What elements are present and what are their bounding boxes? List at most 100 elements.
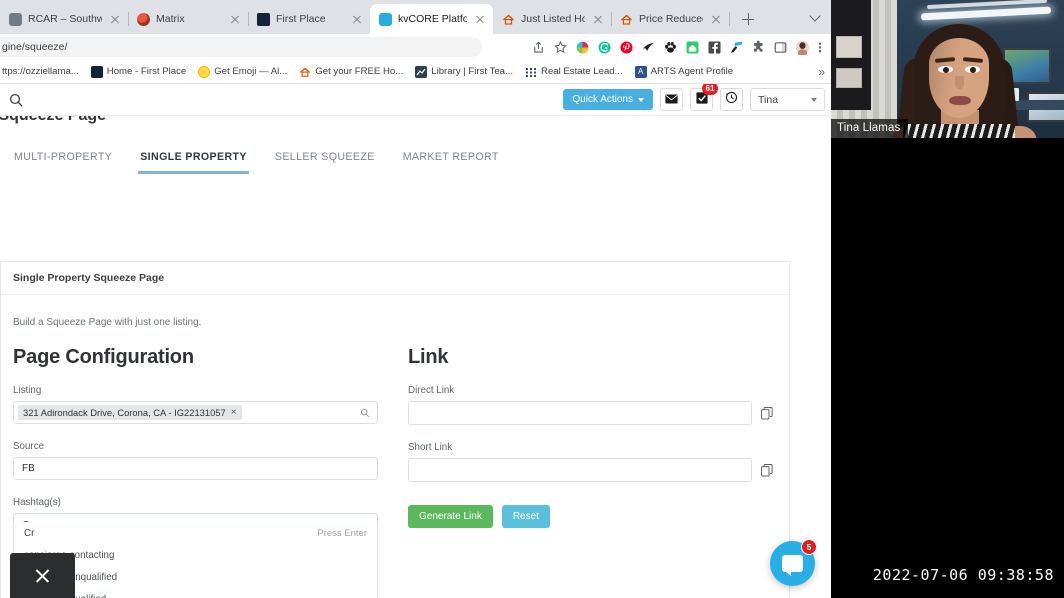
tab-label: RCAR – Southwest — [28, 13, 102, 25]
kvcore-app: Quick Actions 61 Tina MULTI-PROPERTY SIN… — [0, 84, 831, 598]
tab-label: Price Reduced Hom — [639, 13, 703, 25]
tab-close-icon[interactable] — [228, 12, 242, 26]
paint-roller-extension-icon[interactable] — [729, 40, 744, 55]
browser-tab-3-active[interactable]: kvCORE Platform — [370, 4, 493, 34]
address-bar[interactable]: gine/squeeze/ — [0, 37, 482, 57]
chart-icon — [415, 65, 428, 78]
address-bar-url: gine/squeeze/ — [2, 41, 68, 53]
copy-icon[interactable] — [761, 463, 773, 477]
color-palette-extension-icon[interactable] — [575, 40, 590, 55]
search-icon[interactable] — [360, 408, 370, 418]
direct-link-input[interactable] — [408, 401, 752, 425]
tab-label: Just Listed Homes — [521, 13, 585, 25]
tab-close-icon[interactable] — [350, 12, 364, 26]
reset-button[interactable]: Reset — [501, 505, 550, 528]
listing-input[interactable]: 321 Adirondack Drive, Corona, CA - IG221… — [13, 401, 378, 424]
tab-label: kvCORE Platform — [398, 13, 467, 25]
form-columns: Page Configuration Listing 321 Adirondac… — [13, 346, 777, 598]
share-icon[interactable] — [531, 40, 546, 55]
short-link-input[interactable] — [408, 458, 752, 482]
intercom-chat-button[interactable]: 5 — [770, 539, 817, 586]
grammarly-extension-icon[interactable] — [597, 40, 612, 55]
tab-seller-squeeze[interactable]: SELLER SQUEEZE — [261, 151, 389, 174]
link-actions: Generate Link Reset — [408, 505, 773, 528]
overlay-close-button[interactable] — [10, 553, 75, 598]
quick-actions-label: Quick Actions — [572, 94, 633, 105]
tab-close-icon[interactable] — [473, 12, 487, 26]
squeeze-page-card: Single Property Squeeze Page Build a Squ… — [0, 261, 790, 598]
house-icon — [502, 13, 515, 26]
bookmarks-overflow-chevron[interactable]: » — [818, 65, 825, 79]
close-icon[interactable]: × — [231, 407, 237, 418]
tab-label: SINGLE PROPERTY — [140, 151, 247, 163]
chevron-down-icon — [811, 97, 817, 102]
sidepanel-icon[interactable] — [773, 40, 788, 55]
tasks-button[interactable]: 61 — [690, 84, 718, 111]
omnibox-actions — [531, 34, 827, 60]
source-value: FB — [22, 463, 35, 474]
facebook-extension-icon[interactable] — [707, 40, 722, 55]
history-button[interactable] — [720, 88, 743, 111]
bookmark-2[interactable]: Get Emoji — Al... — [198, 65, 287, 78]
paw-extension-icon[interactable] — [663, 40, 678, 55]
quick-actions-button[interactable]: Quick Actions — [563, 89, 653, 110]
tab-close-icon[interactable] — [709, 12, 723, 26]
tab-single-property[interactable]: SINGLE PROPERTY — [126, 151, 261, 174]
tasks-badge: 61 — [702, 84, 718, 95]
house-icon — [620, 13, 633, 26]
recording-timestamp: 2022-07-06 09:38:58 — [872, 566, 1054, 584]
source-input[interactable]: FB — [13, 457, 378, 480]
browser-tab-0[interactable]: RCAR – Southwest — [0, 4, 129, 34]
webcam-video: Tina Llamas — [831, 0, 1064, 138]
puzzle-extension-icon[interactable] — [751, 40, 766, 55]
direct-link-label: Direct Link — [408, 385, 455, 396]
tab-close-icon[interactable] — [591, 12, 605, 26]
browser-tab-1[interactable]: Matrix — [128, 4, 249, 34]
pinterest-extension-icon[interactable] — [619, 40, 634, 55]
user-menu[interactable]: Tina — [750, 88, 825, 111]
tab-close-icon[interactable] — [108, 12, 122, 26]
tab-market-report[interactable]: MARKET REPORT — [389, 151, 513, 174]
app-header: Quick Actions 61 Tina — [0, 84, 831, 116]
app-header-actions: Quick Actions 61 Tina — [563, 84, 825, 111]
tab-multi-property[interactable]: MULTI-PROPERTY — [0, 151, 126, 174]
matrix-icon — [137, 12, 150, 26]
bookmark-3[interactable]: Get your FREE Ho... — [299, 66, 403, 78]
bookmark-0[interactable]: ttps://ozziellama... — [0, 66, 79, 78]
new-tab-button[interactable] — [735, 6, 761, 32]
listing-chip-label: 321 Adirondack Drive, Corona, CA - IG221… — [23, 407, 226, 418]
bookmark-star-icon[interactable] — [553, 40, 568, 55]
listing-field: Listing 321 Adirondack Drive, Corona, CA… — [13, 385, 378, 424]
kvcore-icon — [379, 12, 392, 26]
tab-list-chevron-icon[interactable] — [811, 12, 821, 22]
browser-tab-5[interactable]: Price Reduced Hom — [611, 4, 730, 34]
card-body: Build a Squeeze Page with just one listi… — [1, 295, 789, 598]
house-icon — [299, 66, 311, 78]
user-name-label: Tina — [758, 93, 779, 106]
send-arrow-extension-icon[interactable] — [641, 40, 656, 55]
page-configuration-column: Page Configuration Listing 321 Adirondac… — [13, 346, 378, 598]
short-link-field: Short Link — [408, 442, 773, 482]
dropdown-option-0[interactable]: Cr Press Enter — [14, 522, 377, 544]
dropdown-option-label: Cr — [24, 527, 35, 539]
bookmark-6[interactable]: A ARTS Agent Profile — [634, 65, 733, 78]
chrome-menu-icon[interactable] — [817, 40, 827, 55]
bookmark-4[interactable]: Library | First Tea... — [415, 65, 514, 78]
browser-tab-2[interactable]: First Place — [248, 4, 371, 34]
page-tabs: MULTI-PROPERTY SINGLE PROPERTY SELLER SQ… — [0, 130, 831, 174]
generate-link-button[interactable]: Generate Link — [408, 505, 493, 528]
dropdown-option-hint: Press Enter — [317, 527, 367, 539]
browser-tab-4[interactable]: Just Listed Homes — [493, 4, 612, 34]
bookmark-5[interactable]: Real Estate Lead... — [525, 65, 623, 78]
hashtags-label: Hashtag(s) — [13, 497, 61, 508]
copy-icon[interactable] — [761, 406, 773, 420]
house-extension-icon[interactable] — [685, 40, 700, 55]
search-icon[interactable] — [8, 92, 24, 108]
direct-link-field: Direct Link — [408, 385, 773, 425]
tab-label: Matrix — [156, 13, 185, 25]
bookmark-label: Library | First Tea... — [431, 66, 514, 77]
mail-button[interactable] — [660, 88, 683, 111]
bookmark-1[interactable]: Home - First Place — [90, 65, 186, 78]
card-title: Single Property Squeeze Page — [1, 262, 789, 295]
profile-avatar-icon[interactable] — [795, 40, 810, 56]
